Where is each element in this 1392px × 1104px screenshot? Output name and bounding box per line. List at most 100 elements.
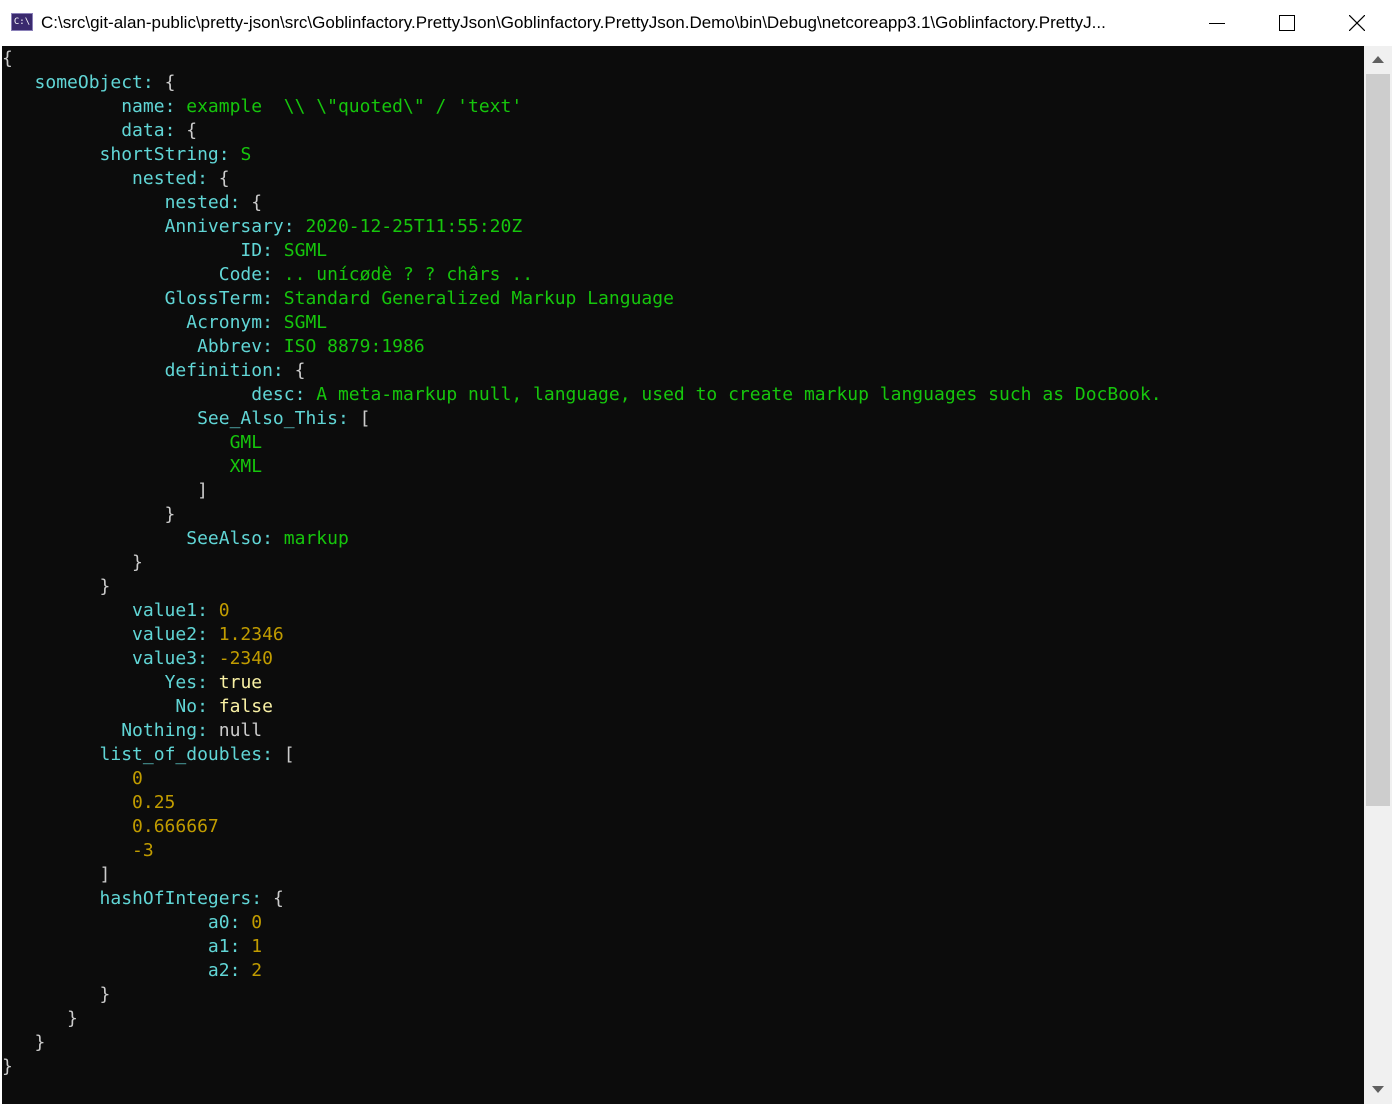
- console-line: definition: {: [2, 359, 306, 383]
- json-string-value: markup: [283, 528, 349, 549]
- json-key: a1:: [207, 936, 241, 957]
- json-punctuation: [2, 408, 197, 429]
- json-punctuation: [2, 720, 121, 741]
- console-line: Abbrev: ISO 8879:1986: [2, 335, 425, 359]
- json-punctuation: [2, 192, 165, 213]
- json-string-value: GML: [229, 432, 263, 453]
- json-punctuation: [2, 888, 100, 909]
- console-line: value2: 1.2346: [2, 623, 284, 647]
- console-line: }: [2, 983, 111, 1007]
- console-line: a1: 1: [2, 935, 262, 959]
- json-punctuation: [273, 264, 284, 285]
- json-punctuation: null: [207, 720, 263, 741]
- json-punctuation: [2, 96, 121, 117]
- json-punctuation: [2, 528, 186, 549]
- json-number-value: 0: [132, 768, 143, 789]
- window-title: C:\src\git-alan-public\pretty-json\src\G…: [41, 13, 1106, 32]
- json-key: Acronym:: [186, 312, 273, 333]
- scroll-up-arrow-icon: [1372, 56, 1384, 63]
- console-line: Nothing: null: [2, 719, 262, 743]
- json-string-value: XML: [229, 456, 263, 477]
- json-punctuation: [2, 600, 132, 621]
- json-key: Abbrev:: [197, 336, 273, 357]
- json-punctuation: [2, 456, 230, 477]
- console-line: desc: A meta-markup null, language, used…: [2, 383, 1161, 407]
- console-line: Yes: true: [2, 671, 263, 695]
- console-line: value1: 0: [2, 599, 230, 623]
- json-string-value: SGML: [283, 312, 328, 333]
- scrollbar-thumb[interactable]: [1366, 74, 1390, 806]
- json-key: Yes:: [164, 672, 208, 693]
- console-line: a2: 2: [2, 959, 262, 983]
- json-punctuation: [240, 912, 251, 933]
- json-number-value: 2: [251, 960, 263, 981]
- close-button[interactable]: [1322, 0, 1392, 46]
- json-punctuation: [2, 648, 132, 669]
- json-number-value: 0: [251, 912, 263, 933]
- console-line: SeeAlso: markup: [2, 527, 349, 551]
- json-number-value: 0.25: [132, 792, 176, 813]
- json-key: nested:: [164, 192, 241, 213]
- console-line: }: [2, 575, 111, 599]
- json-key: hashOfIntegers:: [99, 888, 263, 909]
- json-punctuation: [295, 216, 306, 237]
- console-line: value3: -2340: [2, 647, 273, 671]
- json-punctuation: [175, 96, 186, 117]
- json-number-value: 0: [218, 600, 230, 621]
- json-string-value: S: [240, 144, 252, 165]
- console-line: someObject: {: [2, 71, 176, 95]
- json-punctuation: {: [262, 888, 284, 909]
- json-punctuation: [208, 624, 219, 645]
- json-key: shortString:: [99, 144, 230, 165]
- json-key: value3:: [132, 648, 208, 669]
- json-punctuation: [2, 72, 35, 93]
- scroll-up-button[interactable]: [1364, 46, 1392, 74]
- json-punctuation: [2, 144, 100, 165]
- json-boolean-value: false: [218, 696, 273, 717]
- json-key: data:: [121, 120, 176, 141]
- console-line: }: [2, 1007, 78, 1031]
- json-key: Anniversary:: [164, 216, 295, 237]
- console-line: See_Also_This: [: [2, 407, 370, 431]
- json-punctuation: [2, 360, 165, 381]
- json-key: definition:: [164, 360, 284, 381]
- scroll-down-button[interactable]: [1364, 1076, 1392, 1104]
- console-line: 0.25: [2, 791, 175, 815]
- json-punctuation: [2, 696, 175, 717]
- json-punctuation: [2, 744, 100, 765]
- json-string-value: 2020-12-25T11:55:20Z: [305, 216, 523, 237]
- console-line: a0: 0: [2, 911, 262, 935]
- console-line: No: false: [2, 695, 273, 719]
- console-app-icon[interactable]: C:\: [11, 13, 33, 31]
- json-key: value2:: [132, 624, 208, 645]
- json-punctuation: }: [2, 552, 143, 573]
- console-line: list_of_doubles: [: [2, 743, 295, 767]
- vertical-scrollbar[interactable]: [1364, 46, 1392, 1104]
- console-line: XML: [2, 455, 263, 479]
- json-punctuation: [2, 792, 132, 813]
- console-output[interactable]: { someObject: { name: example \\ \"quote…: [2, 46, 1364, 1104]
- json-punctuation: ]: [2, 864, 111, 885]
- json-key: Code:: [218, 264, 273, 285]
- title-bar[interactable]: C:\ C:\src\git-alan-public\pretty-json\s…: [0, 0, 1392, 46]
- json-punctuation: {: [153, 72, 176, 93]
- json-punctuation: [208, 696, 219, 717]
- json-punctuation: }: [2, 1056, 13, 1077]
- maximize-button[interactable]: [1252, 0, 1322, 46]
- json-number-value: 1: [251, 936, 263, 957]
- json-string-value: .. unícødè ? ? chârs ..: [283, 264, 534, 285]
- console-line: nested: {: [2, 191, 263, 215]
- json-punctuation: [2, 384, 251, 405]
- json-number-value: -3: [132, 840, 154, 861]
- console-line: hashOfIntegers: {: [2, 887, 284, 911]
- minimize-button[interactable]: [1182, 0, 1252, 46]
- console-line: GlossTerm: Standard Generalized Markup L…: [2, 287, 674, 311]
- json-string-value: Standard Generalized Markup Language: [283, 288, 674, 309]
- json-key: list_of_doubles:: [99, 744, 273, 765]
- json-key: a2:: [207, 960, 241, 981]
- json-punctuation: }: [2, 504, 176, 525]
- json-punctuation: [2, 432, 230, 453]
- console-line: Code: .. unícødè ? ? chârs ..: [2, 263, 533, 287]
- json-key: nested:: [132, 168, 208, 189]
- console-line: nested: {: [2, 167, 230, 191]
